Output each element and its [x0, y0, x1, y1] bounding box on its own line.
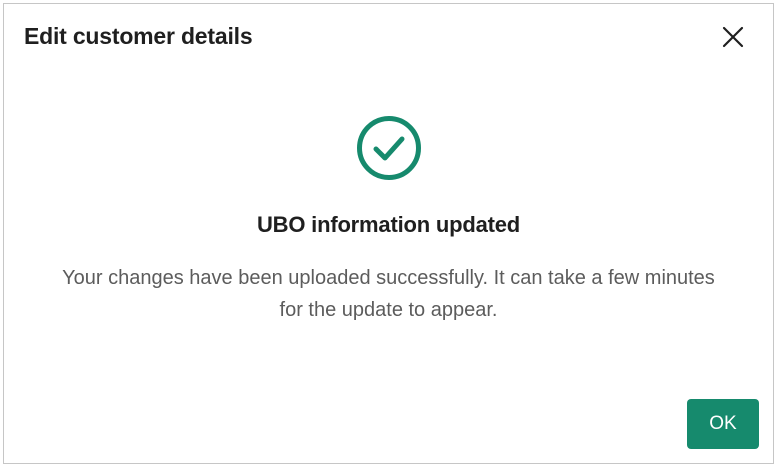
close-icon: [722, 26, 744, 48]
dialog-body: UBO information updated Your changes hav…: [4, 114, 773, 326]
status-message: Your changes have been uploaded successf…: [62, 267, 715, 321]
check-circle-icon: [356, 116, 421, 180]
edit-customer-dialog: Edit customer details UBO information up…: [3, 3, 774, 464]
dialog-title: Edit customer details: [24, 23, 253, 49]
ok-button[interactable]: OK: [687, 399, 759, 449]
status-heading: UBO information updated: [256, 212, 521, 237]
close-button[interactable]: [720, 24, 746, 50]
dialog-header: Edit customer details: [4, 4, 773, 68]
